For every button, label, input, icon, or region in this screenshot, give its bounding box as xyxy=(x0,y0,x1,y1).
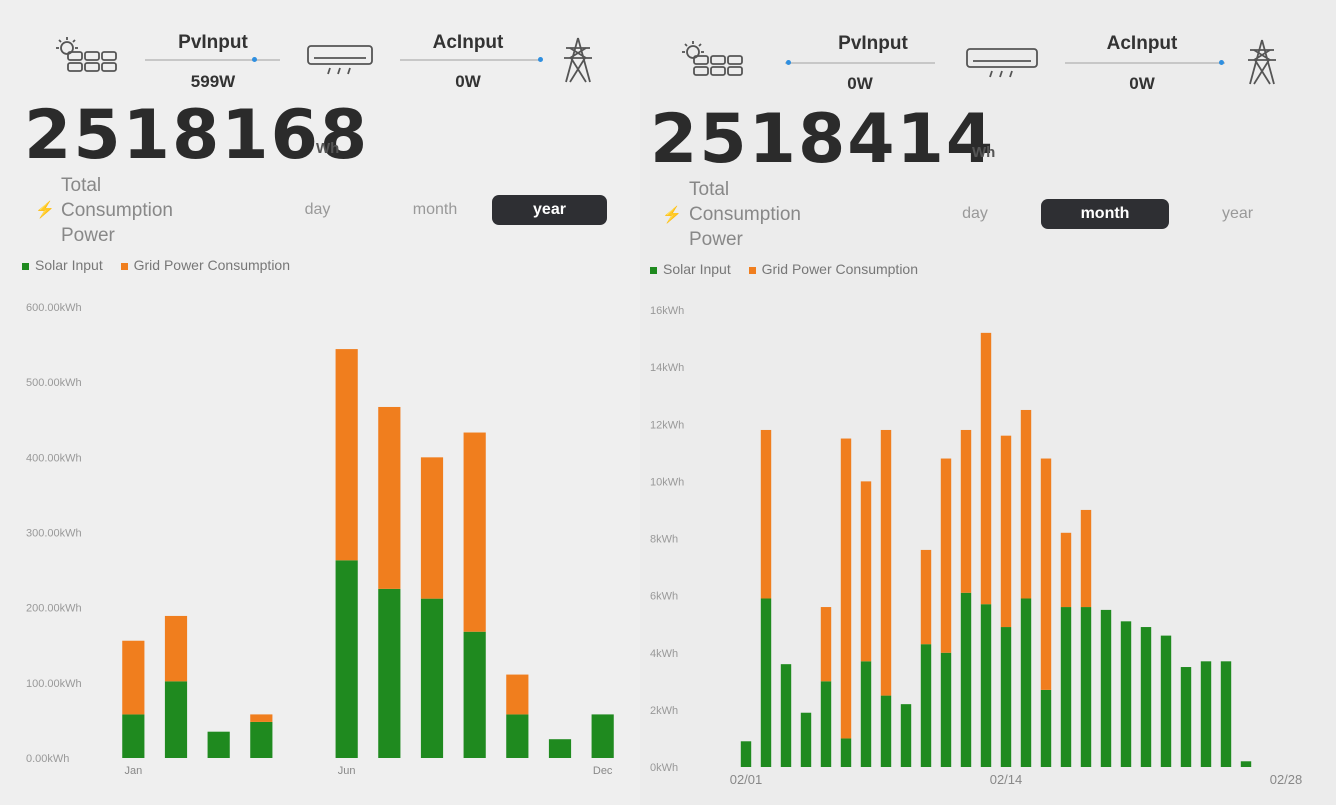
x-tick-label: Jun xyxy=(338,765,356,777)
y-tick-label: 12kWh xyxy=(650,419,684,431)
bar-solar xyxy=(463,631,486,758)
bar-solar xyxy=(420,598,444,758)
bar-solar xyxy=(250,721,273,758)
bar-grid xyxy=(122,640,145,715)
y-tick-label: 2kWh xyxy=(650,705,678,717)
x-tick-label: 02/01 xyxy=(730,772,763,787)
y-tick-label: 500.00kWh xyxy=(26,377,82,389)
bar-solar xyxy=(940,652,952,767)
bar-solar xyxy=(591,714,614,758)
y-tick-label: 100.00kWh xyxy=(26,678,82,690)
bar-solar xyxy=(1040,689,1052,767)
yearly-bar-chart: 0.00kWh 100.00kWh 200.00kWh 300.00kWh 400.00… xyxy=(26,302,614,777)
bar-grid xyxy=(760,429,772,599)
y-tick-label: 8kWh xyxy=(650,534,678,546)
bar-solar xyxy=(960,592,972,767)
bar-grid xyxy=(880,429,892,696)
x-tick-label: 02/14 xyxy=(990,772,1023,787)
bar-solar xyxy=(740,741,752,767)
bar-grid xyxy=(1040,458,1052,690)
bar-solar xyxy=(900,704,912,767)
bar-grid xyxy=(840,438,852,739)
bar-solar xyxy=(378,588,401,758)
bar-grid xyxy=(1000,435,1012,628)
bar-solar xyxy=(335,560,358,758)
bar-solar xyxy=(1200,661,1212,767)
bar-solar xyxy=(1120,621,1132,767)
bar-solar xyxy=(122,714,145,758)
bar-solar xyxy=(1140,627,1152,767)
bar-grid xyxy=(1020,409,1032,599)
bar-solar xyxy=(820,681,832,767)
bar-grid xyxy=(860,481,872,662)
bar-solar xyxy=(548,739,572,758)
bar-grid xyxy=(335,349,358,561)
bar-solar xyxy=(1060,607,1072,767)
panel-yearly: PvInput 599W AcInput 0W 2518168 Wh ⚡ Tot… xyxy=(0,0,640,805)
bar-grid xyxy=(980,332,992,605)
bar-grid xyxy=(250,714,273,722)
x-tick-label: 02/28 xyxy=(1270,772,1303,787)
y-tick-label: 600.00kWh xyxy=(26,302,82,314)
bar-solar xyxy=(1100,609,1112,767)
y-tick-label: 300.00kWh xyxy=(26,528,82,540)
bar-solar xyxy=(1080,607,1092,767)
x-tick-label: Jan xyxy=(124,765,142,777)
bar-solar xyxy=(860,661,872,767)
bar-grid xyxy=(506,674,529,715)
y-tick-label: 0.00kWh xyxy=(26,753,69,765)
y-tick-label: 4kWh xyxy=(650,648,678,660)
bar-grid xyxy=(463,432,486,632)
y-tick-label: 400.00kWh xyxy=(26,452,82,464)
bar-solar xyxy=(920,644,932,767)
bar-solar xyxy=(1220,661,1232,767)
bar-grid xyxy=(820,607,832,682)
x-tick-label: Dec xyxy=(593,765,613,777)
bar-solar xyxy=(506,714,529,758)
bar-grid xyxy=(960,429,972,593)
y-tick-label: 10kWh xyxy=(650,476,684,488)
bar-grid xyxy=(1080,509,1092,608)
bar-solar xyxy=(1020,598,1032,767)
bar-grid xyxy=(378,406,401,589)
bar-solar xyxy=(1000,627,1012,767)
bar-solar xyxy=(760,598,772,767)
bar-solar xyxy=(1240,761,1252,767)
bar-grid xyxy=(164,615,188,682)
bar-solar xyxy=(1160,635,1172,767)
bar-solar xyxy=(207,731,230,758)
bar-solar xyxy=(980,604,992,767)
y-tick-label: 0kWh xyxy=(650,762,678,774)
y-tick-label: 14kWh xyxy=(650,362,684,374)
y-tick-label: 200.00kWh xyxy=(26,603,82,615)
panel-monthly: PvInput 0W AcInput 0W 2518414 Wh ⚡ Total… xyxy=(640,0,1336,805)
bar-solar xyxy=(840,738,852,767)
bar-grid xyxy=(920,549,932,645)
bar-solar xyxy=(164,681,188,758)
y-tick-label: 6kWh xyxy=(650,591,678,603)
bar-grid xyxy=(1060,532,1072,608)
bar-solar xyxy=(880,695,892,767)
bar-grid xyxy=(420,457,444,599)
bar-solar xyxy=(780,664,792,767)
bar-solar xyxy=(1180,667,1192,767)
bar-grid xyxy=(940,458,952,653)
y-tick-label: 16kWh xyxy=(650,305,684,317)
monthly-bar-chart: 0kWh 2kWh 4kWh 6kWh 8kWh 10kWh 12kWh 14kWh 16kWh… xyxy=(650,305,1303,787)
bar-solar xyxy=(800,712,812,767)
